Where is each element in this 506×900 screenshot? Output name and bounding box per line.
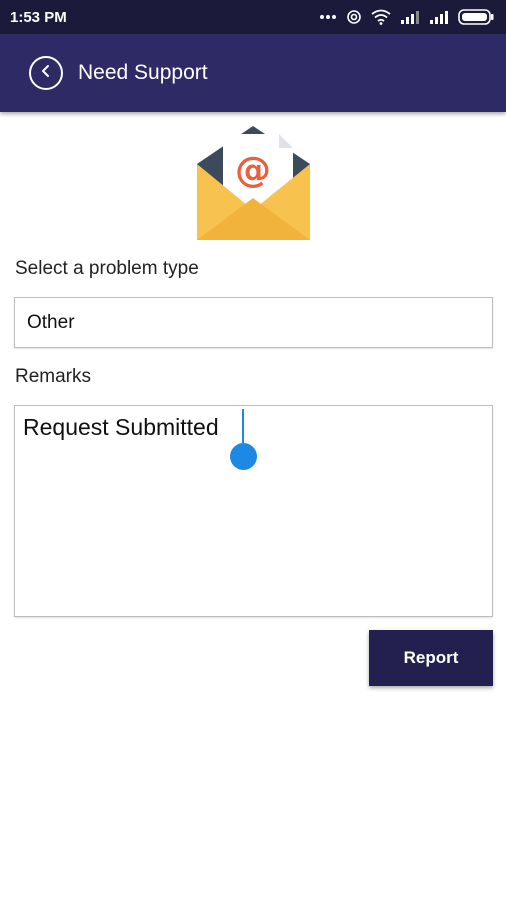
page-title: Need Support: [78, 61, 208, 84]
problem-type-select[interactable]: Other: [14, 297, 493, 348]
report-button[interactable]: Report: [369, 630, 493, 686]
app-bar: Need Support: [0, 34, 506, 112]
battery-icon: [458, 9, 494, 25]
remarks-text: Request Submitted: [23, 414, 219, 440]
remarks-label: Remarks: [15, 366, 92, 387]
status-bar: 1:53 PM: [0, 0, 506, 34]
status-icons: [319, 9, 494, 25]
more-dots-icon: [319, 14, 337, 20]
hotspot-icon: [346, 9, 362, 25]
signal-icon: [400, 10, 420, 24]
back-chevron-icon: [39, 64, 53, 83]
problem-type-value: Other: [27, 311, 75, 333]
remarks-textarea[interactable]: Request Submitted: [14, 405, 493, 617]
back-button[interactable]: [29, 56, 63, 90]
wifi-icon: [371, 9, 391, 25]
status-time: 1:53 PM: [10, 8, 67, 26]
svg-text:@: @: [235, 150, 271, 191]
email-envelope-icon: @: [195, 124, 312, 242]
text-cursor: [242, 409, 244, 443]
problem-type-label: Select a problem type: [15, 258, 199, 279]
cursor-handle[interactable]: [230, 443, 257, 470]
report-button-label: Report: [403, 648, 459, 667]
signal-icon: [429, 10, 449, 24]
